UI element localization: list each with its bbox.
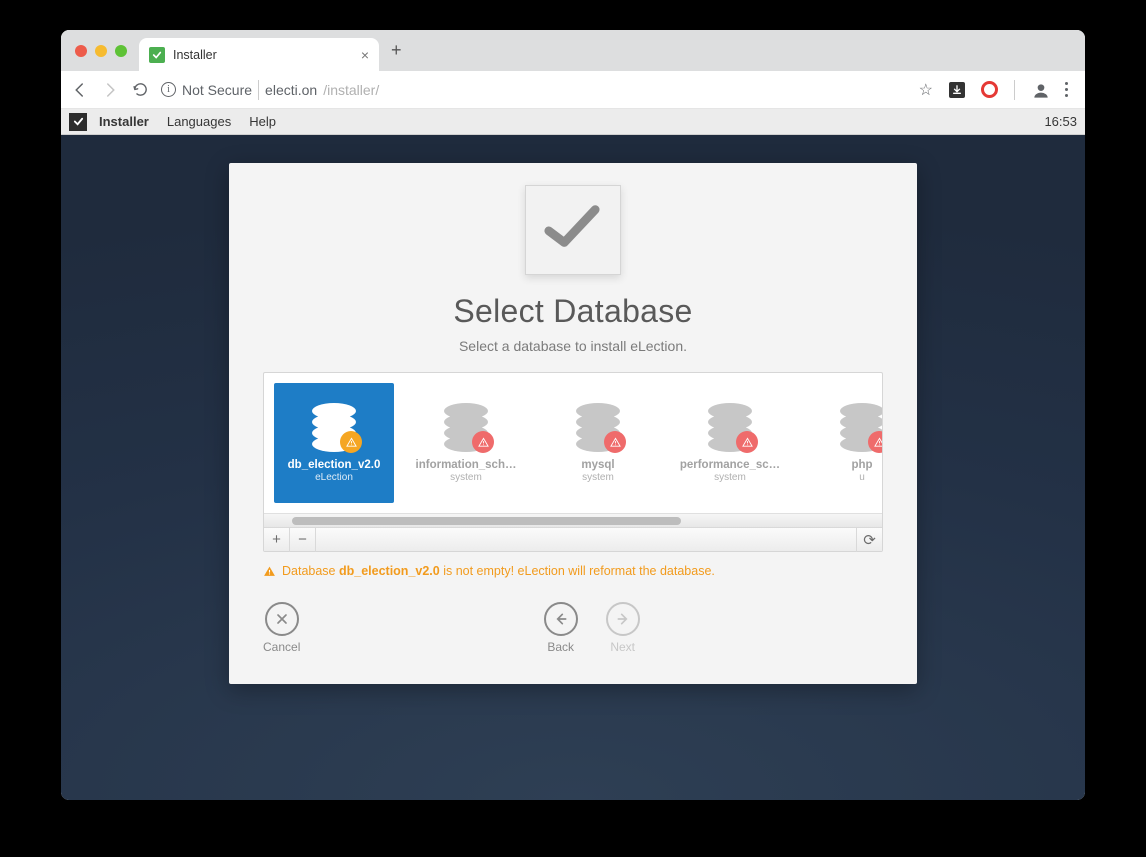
database-icon xyxy=(576,403,620,449)
next-step-button[interactable]: Next xyxy=(606,602,640,654)
menu-installer[interactable]: Installer xyxy=(99,114,149,129)
remove-database-button[interactable]: − xyxy=(290,528,316,552)
warning-suffix: is not empty! eLection will reformat the… xyxy=(440,564,715,578)
error-badge-icon xyxy=(472,431,494,453)
viewport: Select Database Select a database to ins… xyxy=(61,135,1085,800)
database-icon xyxy=(840,403,882,449)
url-host: electi.on xyxy=(265,82,317,98)
warning-dbname: db_election_v2.0 xyxy=(339,564,440,578)
download-icon[interactable] xyxy=(949,82,965,98)
cancel-button[interactable]: Cancel xyxy=(263,602,300,654)
database-name: mysql xyxy=(581,459,614,471)
address-bar-actions: ☆ xyxy=(919,80,1069,100)
error-badge-icon xyxy=(604,431,626,453)
database-panel: db_election_v2.0eLectioninformation_sch…… xyxy=(263,372,883,552)
installer-card: Select Database Select a database to ins… xyxy=(229,163,917,684)
clock: 16:53 xyxy=(1044,114,1077,129)
page-title: Select Database xyxy=(263,293,883,330)
address-bar: i Not Secure electi.on/installer/ ☆ xyxy=(61,71,1085,109)
database-subtitle: system xyxy=(714,472,746,483)
action-row: Cancel Back Next xyxy=(263,602,883,654)
database-subtitle: eLection xyxy=(315,472,353,483)
minimize-window-button[interactable] xyxy=(95,45,107,57)
browser-menu-button[interactable] xyxy=(1065,82,1069,97)
favicon-icon xyxy=(149,47,165,63)
database-grid: db_election_v2.0eLectioninformation_sch…… xyxy=(264,373,882,513)
database-icon xyxy=(708,403,752,449)
url-path: /installer/ xyxy=(323,82,379,98)
panel-toolbar: + − ⟳ xyxy=(264,527,882,551)
url-field[interactable]: i Not Secure electi.on/installer/ xyxy=(161,80,907,100)
database-item[interactable]: performance_sc…system xyxy=(670,383,790,503)
maximize-window-button[interactable] xyxy=(115,45,127,57)
divider xyxy=(1014,80,1015,100)
page-subtitle: Select a database to install eLection. xyxy=(263,338,883,354)
database-item[interactable]: information_sch…system xyxy=(406,383,526,503)
close-tab-button[interactable]: × xyxy=(361,47,369,63)
cancel-label: Cancel xyxy=(263,640,300,654)
security-label: Not Secure xyxy=(182,82,252,98)
refresh-button[interactable]: ⟳ xyxy=(856,528,882,552)
database-icon xyxy=(444,403,488,449)
add-database-button[interactable]: + xyxy=(264,528,290,552)
hero-image xyxy=(263,185,883,285)
new-tab-button[interactable]: + xyxy=(391,40,402,61)
forward-button[interactable] xyxy=(101,81,119,99)
database-name: information_sch… xyxy=(416,459,517,471)
browser-window: Installer × + i Not Secure electi.on/ins… xyxy=(61,30,1085,800)
app-logo-icon xyxy=(69,113,87,131)
warning-badge-icon xyxy=(340,431,362,453)
reload-button[interactable] xyxy=(131,81,149,99)
database-name: db_election_v2.0 xyxy=(288,459,381,471)
menu-help[interactable]: Help xyxy=(249,114,276,129)
next-label: Next xyxy=(610,640,635,654)
database-subtitle: system xyxy=(450,472,482,483)
database-subtitle: u xyxy=(859,472,865,483)
close-window-button[interactable] xyxy=(75,45,87,57)
warning-icon xyxy=(263,565,276,578)
database-icon xyxy=(312,403,356,449)
menu-languages[interactable]: Languages xyxy=(167,114,231,129)
database-item[interactable]: mysqlsystem xyxy=(538,383,658,503)
site-info-icon[interactable]: i xyxy=(161,82,176,97)
browser-tab[interactable]: Installer × xyxy=(139,38,379,71)
extension-icon[interactable] xyxy=(981,81,998,98)
database-subtitle: system xyxy=(582,472,614,483)
window-controls xyxy=(75,45,127,57)
profile-icon[interactable] xyxy=(1031,81,1049,99)
arrow-left-icon xyxy=(544,602,578,636)
tab-strip: Installer × + xyxy=(61,30,1085,71)
warning-message: Database db_election_v2.0 is not empty! … xyxy=(263,564,883,578)
error-badge-icon xyxy=(736,431,758,453)
database-item[interactable]: phpu xyxy=(802,383,882,503)
tab-title: Installer xyxy=(173,48,217,62)
checkmark-illustration-icon xyxy=(513,185,633,285)
back-label: Back xyxy=(547,640,574,654)
app-menubar: Installer Languages Help 16:53 xyxy=(61,109,1085,135)
close-icon xyxy=(265,602,299,636)
back-step-button[interactable]: Back xyxy=(544,602,578,654)
database-item[interactable]: db_election_v2.0eLection xyxy=(274,383,394,503)
bookmark-icon[interactable]: ☆ xyxy=(919,80,933,100)
horizontal-scrollbar[interactable] xyxy=(264,513,882,527)
database-name: performance_sc… xyxy=(680,459,780,471)
back-button[interactable] xyxy=(71,81,89,99)
arrow-right-icon xyxy=(606,602,640,636)
database-name: php xyxy=(851,459,872,471)
divider xyxy=(258,80,259,100)
warning-prefix: Database xyxy=(282,564,339,578)
